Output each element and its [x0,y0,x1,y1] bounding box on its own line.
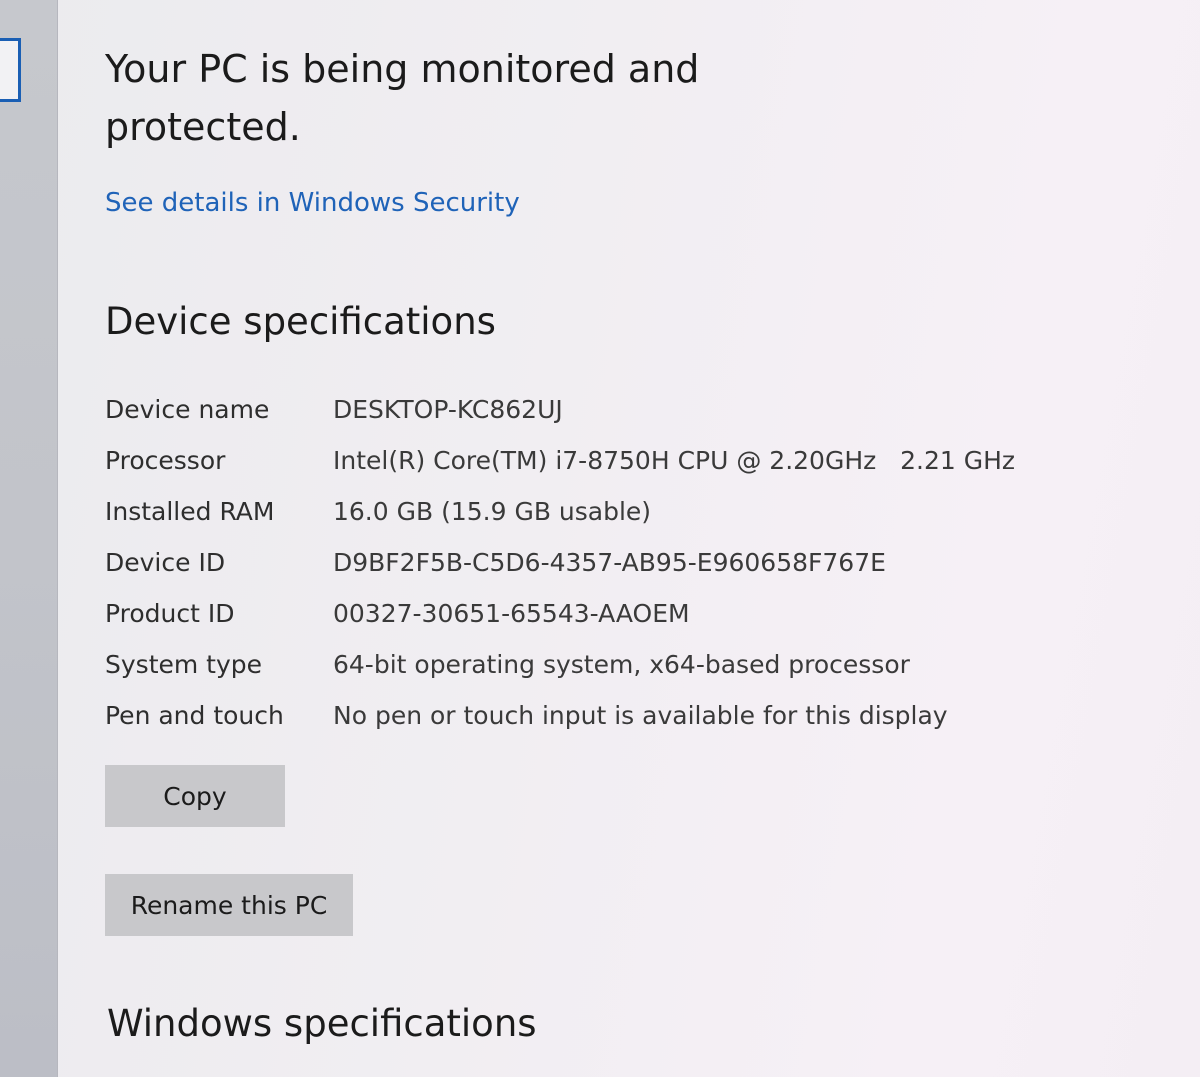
protection-status-text: Your PC is being monitored and protected… [105,47,700,149]
spec-value: Intel(R) Core(TM) i7-8750H CPU @ 2.20GHz… [333,446,1015,475]
windows-specifications-heading: Windows specifications [107,1002,537,1045]
spec-value: No pen or touch input is available for t… [333,701,948,730]
spec-label: Product ID [105,599,235,628]
spec-label: Processor [105,446,226,475]
left-sidebar [0,0,58,1077]
spec-label: Device name [105,395,270,424]
device-specifications-heading: Device specifications [105,300,496,343]
spec-label: Device ID [105,548,226,577]
spec-value: 00327-30651-65543-AAOEM [333,599,690,628]
rename-pc-button[interactable]: Rename this PC [105,874,353,936]
spec-value: DESKTOP-KC862UJ [333,395,563,424]
sidebar-selected-item-edge[interactable] [0,38,21,102]
spec-label: Pen and touch [105,701,284,730]
spec-label: System type [105,650,263,679]
copy-button[interactable]: Copy [105,765,285,827]
spec-value: 16.0 GB (15.9 GB usable) [333,497,652,526]
spec-value: D9BF2F5B-C5D6-4357-AB95-E960658F767E [333,548,886,577]
windows-security-details-link[interactable]: See details in Windows Security [105,188,520,218]
spec-value: 64-bit operating system, x64-based proce… [333,650,910,679]
spec-label: Installed RAM [105,497,275,526]
